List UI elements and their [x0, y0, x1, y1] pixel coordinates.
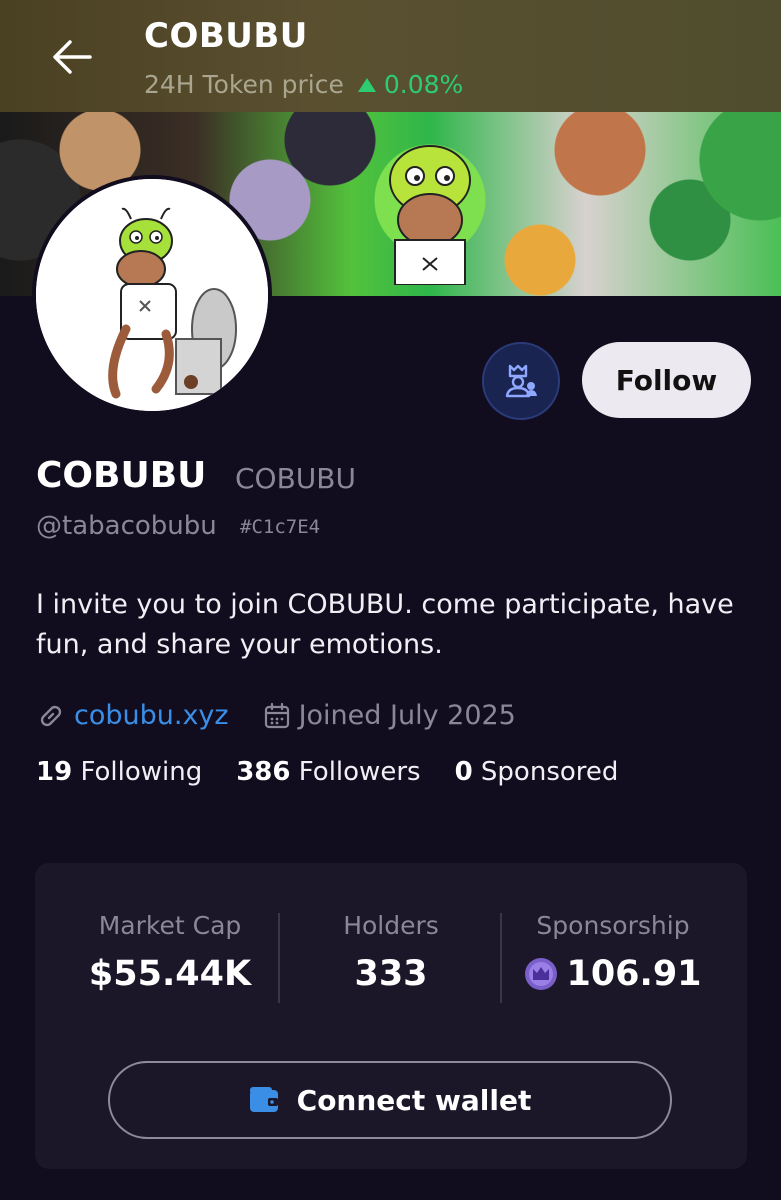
sponsored-stat[interactable]: 0 Sponsored	[455, 757, 619, 787]
price-label: 24H Token price	[144, 70, 344, 99]
holders-value: 333	[354, 954, 428, 994]
token-price-row: 24H Token price 0.08%	[144, 70, 463, 99]
connect-wallet-label: Connect wallet	[296, 1083, 532, 1117]
user-handle: @tabacobubu	[36, 511, 217, 541]
sponsorship-value-row: 106.91	[502, 954, 724, 994]
triangle-up-icon	[357, 77, 376, 92]
banner-character-icon	[389, 145, 471, 285]
connect-wallet-button[interactable]: Connect wallet	[108, 1061, 672, 1139]
sponsorship-metric: Sponsorship 106.91	[502, 911, 724, 994]
follow-stats: 19 Following 386 Followers 0 Sponsored	[36, 757, 652, 787]
following-stat[interactable]: 19 Following	[36, 757, 202, 787]
wallet-icon	[249, 1087, 278, 1112]
market-cap-value: $55.44K	[88, 954, 252, 994]
follow-button[interactable]: Follow	[582, 342, 751, 418]
sponsored-count: 0	[454, 757, 473, 787]
market-cap-label: Market Cap	[98, 911, 242, 940]
community-button[interactable]	[482, 342, 560, 420]
sponsorship-value: 106.91	[566, 954, 702, 994]
contract-address[interactable]: #C1c7E4	[240, 516, 320, 538]
followers-label: Followers	[298, 757, 421, 787]
holders-label: Holders	[343, 911, 439, 940]
token-metrics-card: Market Cap $55.44K Holders 333 Sponsorsh…	[35, 863, 747, 1169]
price-change: 0.08%	[383, 70, 464, 99]
followers-count: 386	[236, 757, 291, 787]
following-count: 19	[36, 757, 73, 787]
calendar-icon	[264, 702, 289, 728]
sponsor-coin-icon	[525, 958, 558, 990]
page-title: COBUBU	[144, 16, 308, 56]
joined-date: Joined July 2025	[298, 700, 516, 731]
ticker-symbol: COBUBU	[235, 462, 356, 495]
profile-page: COBUBU 24H Token price 0.08% Follow COBU…	[0, 0, 781, 1200]
display-name: COBUBU	[36, 455, 207, 496]
avatar[interactable]	[32, 175, 272, 415]
profile-meta: cobubu.xyz Joined July 2025	[36, 700, 516, 731]
community-icon	[505, 364, 537, 398]
back-button[interactable]	[42, 30, 102, 84]
market-cap-metric: Market Cap $55.44K	[59, 911, 281, 994]
holders-metric[interactable]: Holders 333	[280, 911, 502, 994]
avatar-character-icon	[36, 179, 268, 411]
website-link[interactable]: cobubu.xyz	[74, 700, 229, 731]
profile-bio: I invite you to join COBUBU. come partic…	[36, 589, 734, 660]
link-icon	[40, 705, 62, 726]
arrow-left-icon	[53, 40, 92, 74]
sponsorship-label: Sponsorship	[536, 911, 690, 940]
top-bar: COBUBU 24H Token price 0.08%	[0, 0, 781, 112]
sponsored-label: Sponsored	[480, 757, 619, 787]
followers-stat[interactable]: 386 Followers	[236, 757, 420, 787]
following-label: Following	[80, 757, 203, 787]
